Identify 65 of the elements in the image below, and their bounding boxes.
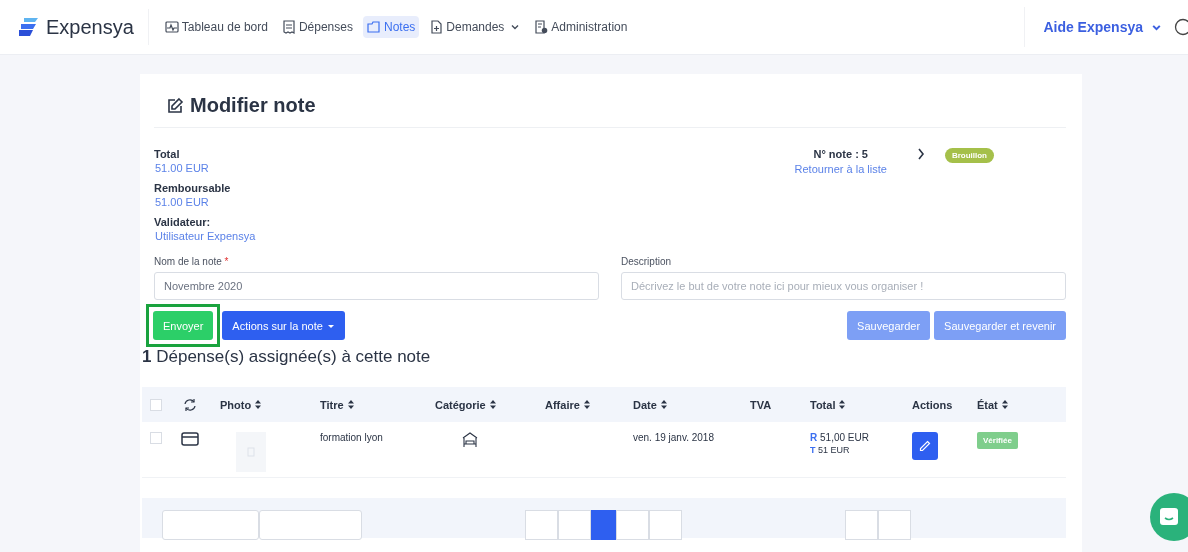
column-header[interactable]: Catégorie: [435, 398, 486, 411]
chat-icon: [1158, 506, 1180, 528]
folder-icon: [366, 20, 381, 34]
refresh-icon[interactable]: [183, 397, 197, 412]
sort-icon[interactable]: [659, 399, 668, 410]
sort-icon[interactable]: [346, 399, 355, 410]
column-header[interactable]: Total: [810, 398, 836, 411]
summary-value: 51.00 EUR: [155, 162, 210, 174]
field-label: Description: [621, 256, 673, 267]
nav-tab[interactable]: Dépenses: [277, 16, 357, 38]
nav-tab[interactable]: Tableau de bord: [160, 16, 272, 38]
edit-button[interactable]: [912, 432, 938, 460]
column-header: TVA: [750, 398, 772, 411]
bed-icon: [461, 432, 479, 448]
column-header: Actions: [912, 398, 953, 411]
chat-launcher[interactable]: [1150, 493, 1188, 541]
sort-icon[interactable]: [582, 399, 591, 410]
chevron-icon: [916, 148, 925, 160]
summary-label: Remboursable: [154, 182, 232, 194]
nav-tab[interactable]: Notes: [362, 16, 420, 38]
description-field[interactable]: Décrivez le but de votre note ici pour mieux vous organiser !: [621, 272, 1066, 300]
chart-icon: [164, 20, 179, 34]
sort-icon[interactable]: [1000, 399, 1009, 410]
sort-icon[interactable]: [254, 399, 263, 410]
page-button[interactable]: [590, 510, 616, 540]
summary-value: 51.00 EUR: [155, 196, 210, 208]
pencil-icon: [919, 440, 931, 452]
note-name-field[interactable]: Novembre 2020: [154, 272, 599, 300]
receipt-thumbnail[interactable]: [236, 432, 266, 472]
receipt-icon: [281, 20, 296, 34]
document-gear-icon: [534, 20, 549, 34]
table-cell: T 51 EUR: [810, 445, 850, 455]
table-cell-text: formation lyon: [320, 432, 384, 443]
status-badge: Brouillon: [944, 148, 994, 163]
column-header[interactable]: Photo: [220, 398, 252, 411]
required-mark: *: [224, 256, 229, 267]
select-all-checkbox[interactable]: [150, 398, 162, 411]
summary-value[interactable]: Utilisateur Expensya: [155, 230, 256, 242]
back-link[interactable]: Retourner à la liste: [794, 163, 887, 175]
help-menu[interactable]: Aide Expensya: [1043, 19, 1162, 35]
summary-label: Total: [154, 148, 181, 160]
sort-icon[interactable]: [838, 399, 847, 410]
nav-tab[interactable]: Administration: [530, 16, 632, 38]
page-title: Modifier note: [190, 94, 316, 117]
sort-icon[interactable]: [488, 399, 497, 410]
column-header[interactable]: Affaire: [545, 398, 580, 411]
column-header[interactable]: Titre: [320, 398, 344, 411]
table-cell: R 51,00 EUR: [810, 432, 869, 443]
field-label: Nom de la note: [154, 256, 222, 267]
nav-tab[interactable]: Demandes: [425, 16, 525, 38]
brand-logo-icon: [18, 16, 40, 38]
edit-icon: [166, 96, 184, 115]
brand-name[interactable]: Expensya: [46, 15, 134, 39]
document-plus-icon: [429, 20, 444, 34]
summary-label: Validateur:: [154, 216, 212, 228]
status-badge: Vérifiée: [977, 432, 1018, 449]
card-icon: [181, 432, 199, 446]
column-header[interactable]: Date: [633, 398, 657, 411]
note-number: N° note : 5: [813, 148, 868, 160]
column-header[interactable]: État: [977, 398, 998, 411]
help-icon[interactable]: [1174, 18, 1188, 36]
row-checkbox[interactable]: [150, 432, 162, 444]
section-heading: 1 Dépense(s) assignée(s) à cette note: [142, 347, 432, 367]
actions-dropdown-button[interactable]: Actions sur la note: [222, 311, 345, 340]
table-cell-text: ven. 19 janv. 2018: [633, 432, 715, 443]
